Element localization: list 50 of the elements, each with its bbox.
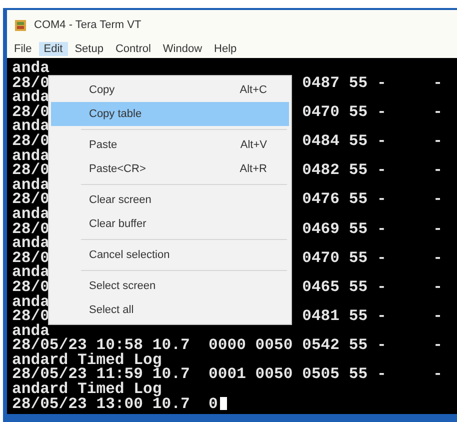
- terminal-text: 0470 55 - -: [302, 104, 442, 120]
- menu-item[interactable]: Copy Alt+C: [51, 78, 289, 102]
- terminal-text: 28/0: [12, 163, 50, 178]
- menu-bar-item[interactable]: Control: [110, 42, 156, 56]
- menu-item[interactable]: Paste Alt+V: [51, 133, 289, 157]
- menu-item[interactable]: Select screen: [51, 274, 289, 298]
- app-icon: [15, 20, 26, 30]
- terminal-text: 28/05/23 11:59 10.7 0001 0050 0505 55 - -: [12, 367, 442, 382]
- menu-item[interactable]: Select all: [51, 298, 289, 322]
- menu-bar-item[interactable]: File: [9, 42, 37, 56]
- terminal-text: anda: [12, 265, 50, 280]
- terminal-text: andard Timed Log: [12, 352, 162, 368]
- menu-bar-item[interactable]: Edit: [38, 42, 68, 56]
- terminal-text: 28/0: [12, 104, 50, 120]
- terminal-text: anda: [12, 90, 50, 105]
- terminal-text: anda: [12, 324, 50, 338]
- terminal-text: 28/0: [12, 280, 50, 294]
- terminal-text: 28/0: [12, 76, 50, 90]
- terminal-text: anda: [12, 294, 50, 310]
- terminal-text: 0469 55 - -: [302, 222, 442, 236]
- terminal-text: 0487 55 - -: [302, 76, 442, 90]
- terminal-text: andard Timed Log: [12, 382, 162, 397]
- terminal-text: anda: [12, 148, 50, 164]
- terminal-text: 28/0: [12, 222, 50, 236]
- menu-bar-item[interactable]: Window: [158, 42, 208, 56]
- menu-item[interactable]: Cancel selection: [51, 243, 289, 267]
- terminal-text: 0470 55 - -: [302, 250, 442, 266]
- terminal-text: anda: [12, 178, 50, 192]
- terminal-text: anda: [12, 119, 50, 134]
- terminal-text: 28/0: [12, 134, 50, 149]
- terminal-text: 0481 55 - -: [302, 309, 442, 324]
- menu-item[interactable]: Paste<CR> Alt+R: [51, 157, 289, 181]
- terminal-text: 28/0: [12, 250, 50, 266]
- menu-item[interactable]: Clear buffer: [51, 212, 289, 236]
- terminal-text: anda: [12, 61, 50, 76]
- menu-item[interactable]: Clear screen: [51, 188, 289, 212]
- menu-bar-item[interactable]: Setup: [70, 42, 108, 56]
- menu-item[interactable]: Copy table: [51, 102, 289, 126]
- terminal-text: 28/05/23 10:58 10.7 0000 0050 0542 55 - -: [12, 338, 442, 353]
- terminal-text: anda: [12, 236, 50, 251]
- terminal-text: 0482 55 - -: [302, 163, 442, 178]
- menu-bar-item[interactable]: Help: [209, 42, 242, 56]
- terminal-text: 28/0: [12, 309, 50, 324]
- terminal-text: 0484 55 - -: [302, 134, 442, 149]
- terminal-text: anda: [12, 206, 50, 222]
- terminal-text: 28/0: [12, 192, 50, 207]
- terminal-text: 0476 55 - -: [302, 192, 442, 207]
- terminal-text: 0465 55 - -: [302, 280, 442, 294]
- window-title: COM4 - Tera Term VT: [34, 19, 142, 31]
- terminal-text: 28/05/23 13:00 10.7 0: [12, 396, 218, 412]
